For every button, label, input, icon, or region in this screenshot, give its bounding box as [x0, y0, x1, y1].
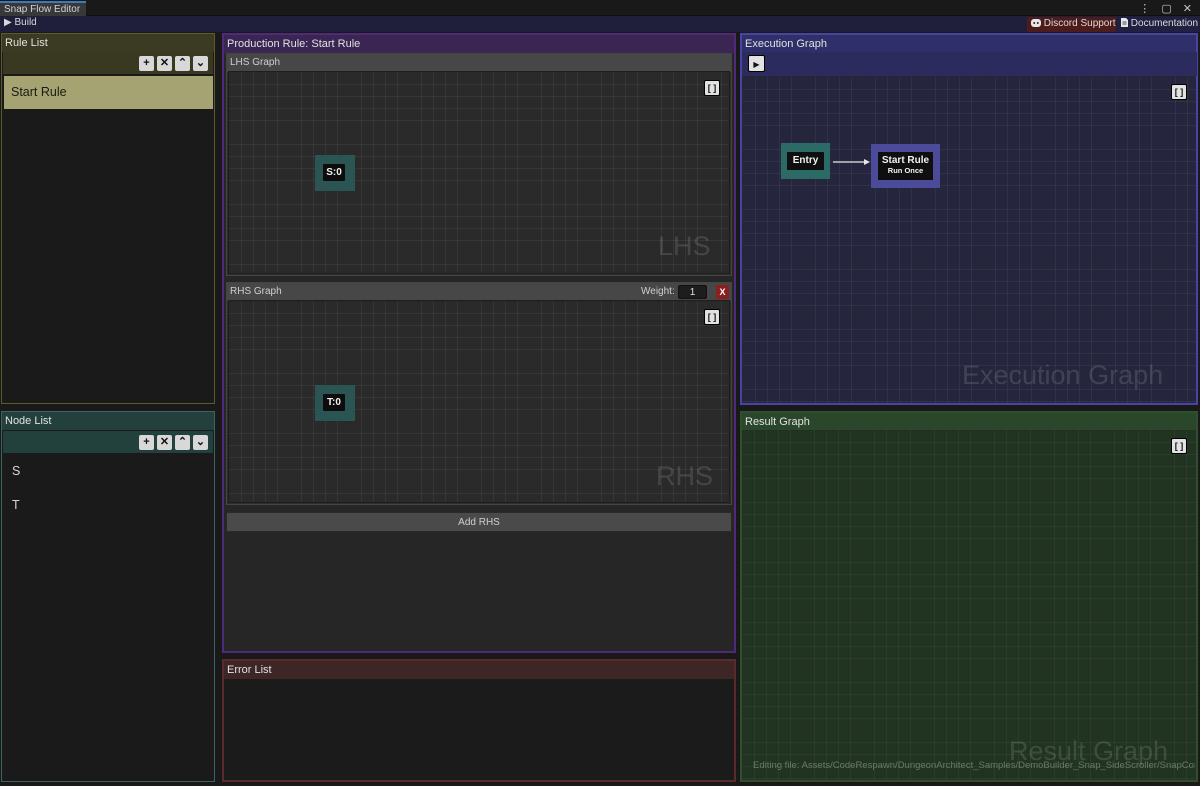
play-icon: ▶ — [4, 17, 12, 28]
document-icon — [1121, 18, 1128, 27]
move-rule-up-button[interactable]: ⌃ — [175, 56, 190, 71]
rule-list-title: Rule List — [2, 34, 214, 52]
rhs-graph-node[interactable]: T:0 — [315, 385, 355, 421]
weight-label: Weight: — [641, 286, 675, 297]
node-list-panel: Node List — [1, 411, 215, 782]
rhs-graph-canvas[interactable] — [228, 300, 730, 503]
build-label: Build — [14, 17, 37, 28]
add-rhs-button[interactable]: Add RHS — [226, 512, 732, 532]
execution-frame-all-button[interactable]: [ ] — [1171, 84, 1187, 100]
toolbar — [0, 16, 1200, 32]
start-rule-node-subtitle: Run Once — [887, 166, 924, 175]
rhs-node-label: T:0 — [323, 394, 345, 411]
result-frame-all-button[interactable]: [ ] — [1171, 438, 1187, 454]
documentation-label: Documentation — [1130, 18, 1199, 29]
discord-icon — [1031, 19, 1041, 27]
remove-rule-button[interactable]: ✕ — [157, 56, 172, 71]
rhs-frame-all-button[interactable]: [ ] — [704, 309, 720, 325]
move-rule-down-button[interactable]: ⌄ — [193, 56, 208, 71]
node-list-item-s[interactable]: S — [12, 464, 20, 478]
execution-graph-watermark: Execution Graph — [962, 360, 1164, 390]
error-list-panel: Error List — [222, 659, 736, 782]
editing-file-status: Editing file: Assets/CodeRespawn/Dungeon… — [753, 760, 1195, 771]
rhs-watermark: RHS — [656, 461, 714, 491]
window-tab[interactable]: Snap Flow Editor — [0, 1, 86, 16]
error-list-title: Error List — [224, 661, 734, 679]
add-node-button[interactable]: + — [139, 435, 154, 450]
node-list-title: Node List — [2, 412, 214, 430]
execution-link-arrow — [833, 159, 870, 165]
lhs-graph-canvas[interactable] — [228, 71, 730, 274]
lhs-watermark: LHS — [658, 231, 711, 261]
remove-node-button[interactable]: ✕ — [157, 435, 172, 450]
discord-support-label: Discord Support — [1043, 18, 1116, 29]
delete-rhs-button[interactable]: X — [716, 285, 729, 299]
lhs-graph-title: LHS Graph — [227, 54, 731, 72]
move-node-down-button[interactable]: ⌄ — [193, 435, 208, 450]
run-execution-button[interactable]: ▶ — [748, 55, 765, 72]
window-tab-bar — [0, 0, 1200, 16]
discord-support-button[interactable]: Discord Support — [1027, 17, 1116, 32]
result-graph-canvas[interactable] — [742, 430, 1196, 780]
entry-node-label: Entry — [787, 152, 824, 170]
move-node-up-button[interactable]: ⌃ — [175, 435, 190, 450]
build-button[interactable]: ▶ Build — [4, 17, 37, 31]
add-rule-button[interactable]: + — [139, 56, 154, 71]
lhs-graph-node[interactable]: S:0 — [315, 155, 355, 191]
lhs-frame-all-button[interactable]: [ ] — [704, 80, 720, 96]
rule-list-toolbar: + ✕ ⌃ ⌄ — [3, 52, 213, 74]
node-list-item-t[interactable]: T — [12, 498, 20, 512]
execution-graph-canvas[interactable] — [743, 77, 1196, 403]
execution-graph-toolbar — [742, 52, 1197, 76]
rule-list-item-start-rule[interactable]: Start Rule — [4, 76, 213, 109]
start-rule-node-body: Start Rule Run Once — [878, 152, 933, 180]
documentation-button[interactable]: Documentation — [1118, 17, 1198, 32]
node-list-toolbar: + ✕ ⌃ ⌄ — [3, 431, 213, 453]
start-rule-node-title: Start Rule — [881, 155, 930, 166]
play-icon: ▶ — [753, 60, 760, 69]
execution-graph-title: Execution Graph — [742, 35, 1196, 53]
lhs-node-label: S:0 — [323, 164, 345, 181]
result-graph-title: Result Graph — [742, 413, 1196, 431]
start-rule-execution-node[interactable]: Start Rule Run Once — [871, 144, 940, 188]
weight-input[interactable]: 1 — [678, 285, 707, 299]
entry-node[interactable]: Entry — [781, 143, 830, 179]
production-rule-title: Production Rule: Start Rule — [224, 35, 734, 53]
window-controls[interactable]: ⋮ ▢ ✕ — [1139, 2, 1196, 15]
